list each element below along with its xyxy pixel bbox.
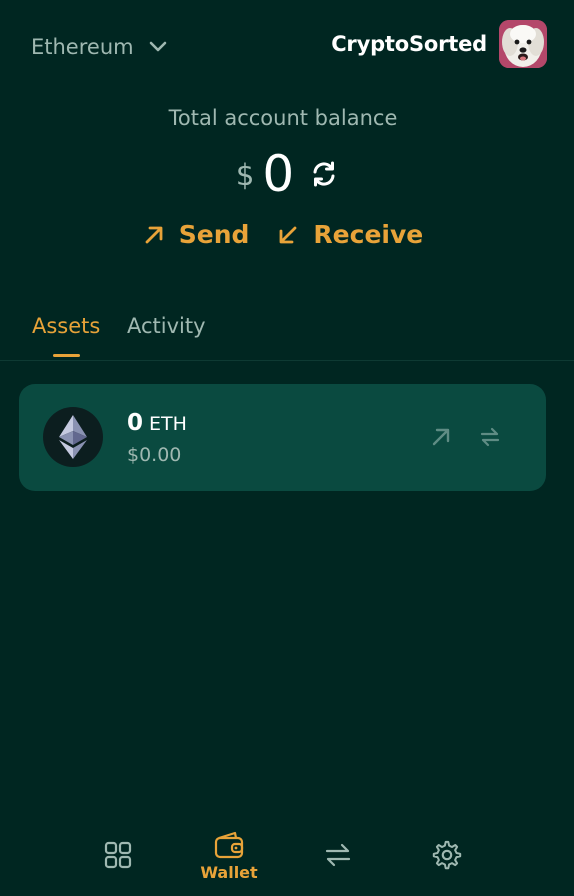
active-tab-indicator (53, 354, 80, 357)
nav-settings[interactable] (432, 840, 462, 870)
asset-send-icon[interactable] (430, 426, 452, 448)
balance-label: Total account balance (168, 106, 398, 130)
quick-actions: Send Receive (0, 220, 566, 249)
avatar[interactable] (499, 20, 547, 68)
wallet-app: Ethereum CryptoSorted Total account bala… (0, 0, 574, 896)
network-selector[interactable]: Ethereum (31, 30, 168, 64)
nav-dashboard[interactable] (103, 840, 133, 870)
swap-arrows-icon (325, 843, 351, 867)
asset-balance: 0 ETH (127, 410, 187, 436)
refresh-icon[interactable] (310, 160, 338, 188)
grid-icon (104, 841, 132, 869)
wallet-icon (214, 831, 244, 859)
asset-quantity: 0 (127, 410, 144, 436)
ethereum-logo (59, 415, 87, 459)
bottom-navigation: Wallet (0, 820, 574, 896)
header: Ethereum CryptoSorted (0, 0, 574, 90)
balance-amount: 0 (262, 145, 295, 203)
arrow-up-right-icon (145, 226, 163, 243)
gear-icon (432, 840, 462, 870)
tab-activity[interactable]: Activity (127, 314, 206, 338)
arrow-down-left-icon (280, 226, 297, 243)
currency-symbol: $ (235, 158, 255, 192)
nav-swap[interactable] (323, 840, 353, 870)
asset-symbol: ETH (149, 413, 187, 435)
nav-wallet-label: Wallet (200, 863, 258, 882)
network-name: Ethereum (31, 35, 134, 59)
send-button[interactable]: Send (143, 220, 250, 249)
tab-assets[interactable]: Assets (32, 314, 100, 338)
receive-button[interactable]: Receive (277, 220, 423, 249)
send-label: Send (178, 220, 250, 249)
asset-row-eth[interactable]: 0 ETH $0.00 (19, 384, 546, 491)
nav-wallet[interactable]: Wallet (200, 830, 258, 882)
account-name: CryptoSorted (331, 32, 487, 56)
chevron-down-icon (149, 41, 166, 52)
account-menu[interactable]: CryptoSorted (331, 20, 547, 68)
asset-swap-icon[interactable] (479, 426, 501, 448)
ethereum-icon (43, 407, 103, 467)
asset-fiat-value: $0.00 (127, 444, 182, 466)
receive-label: Receive (313, 220, 424, 249)
tab-bar: Assets Activity (0, 300, 574, 361)
dog-avatar-image (499, 20, 547, 68)
balance-display: $ 0 (0, 146, 574, 202)
